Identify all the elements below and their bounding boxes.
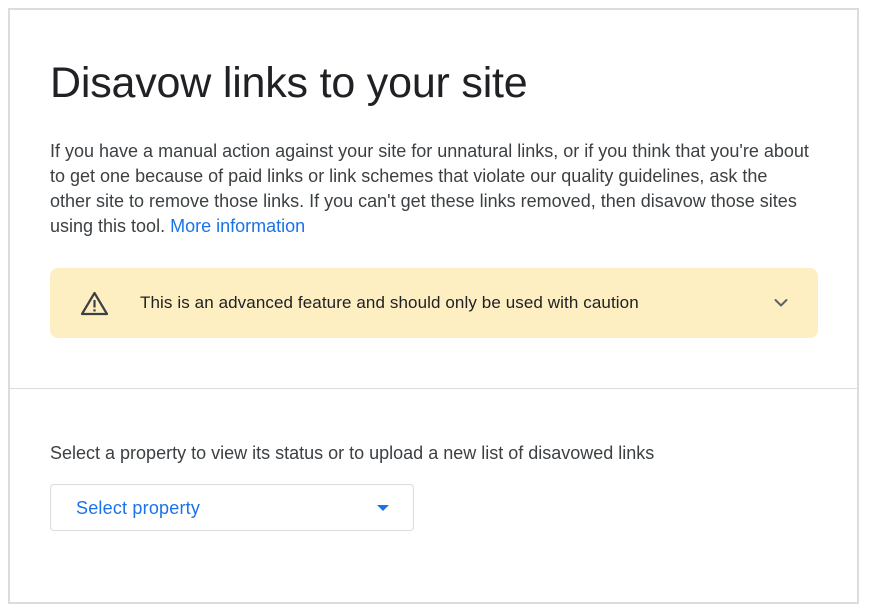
property-select-placeholder: Select property <box>76 498 201 518</box>
intro-text: If you have a manual action against your… <box>50 141 809 236</box>
page-title: Disavow links to your site <box>50 59 528 107</box>
section-divider <box>10 388 857 389</box>
caution-banner[interactable]: This is an advanced feature and should o… <box>50 268 818 338</box>
disavow-card: Disavow links to your site If you have a… <box>8 8 859 604</box>
more-information-link[interactable]: More information <box>170 216 305 236</box>
warning-triangle-icon <box>80 291 109 316</box>
chevron-down-icon[interactable] <box>772 294 790 312</box>
intro-paragraph: If you have a manual action against your… <box>50 139 810 239</box>
property-select-label: Select a property to view its status or … <box>50 443 655 463</box>
property-select-dropdown[interactable]: Select property <box>50 484 414 531</box>
caret-down-icon <box>377 505 389 511</box>
caution-banner-text: This is an advanced feature and should o… <box>140 293 639 312</box>
